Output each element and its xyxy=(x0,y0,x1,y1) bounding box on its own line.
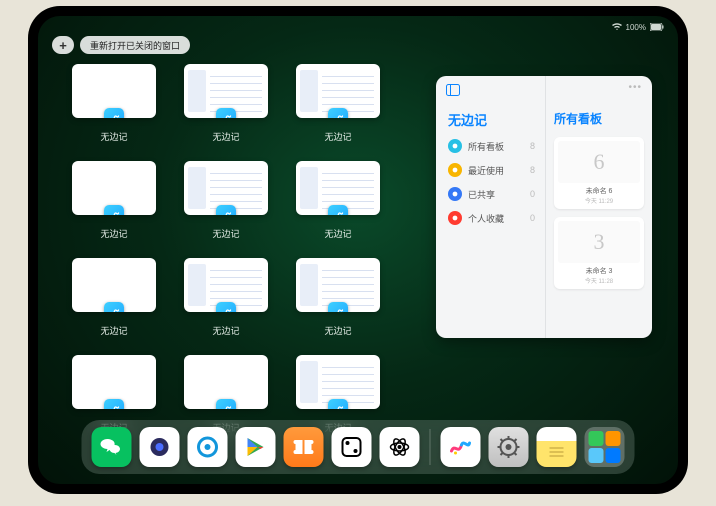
category-count: 8 xyxy=(530,141,535,151)
window-grid: 无边记无边记无边记无边记无边记无边记无边记无边记无边记无边记无边记无边记 xyxy=(72,64,402,434)
window-thumb xyxy=(72,258,156,312)
dock-settings-icon[interactable] xyxy=(489,427,529,467)
dock-dice-icon[interactable] xyxy=(332,427,372,467)
window-label: 无边记 xyxy=(324,324,351,337)
wifi-icon xyxy=(612,23,622,31)
window-label: 无边记 xyxy=(100,227,127,240)
app-window[interactable]: 无边记 xyxy=(296,64,380,143)
window-label: 无边记 xyxy=(324,227,351,240)
app-window[interactable]: 无边记 xyxy=(72,64,156,143)
freeform-app-icon xyxy=(328,108,348,118)
dock-quark-icon[interactable] xyxy=(140,427,180,467)
window-label: 无边记 xyxy=(212,227,239,240)
freeform-app-icon xyxy=(104,302,124,312)
freeform-panel[interactable]: ••• 无边记 所有看板8最近使用8已共享0个人收藏0 所有看板 6未命名 6今… xyxy=(436,76,652,338)
dock-play-icon[interactable] xyxy=(236,427,276,467)
window-label: 无边记 xyxy=(100,130,127,143)
freeform-app-icon xyxy=(104,205,124,215)
board-name: 未命名 3 xyxy=(558,266,640,276)
panel-app-title: 无边记 xyxy=(448,110,535,129)
category-count: 8 xyxy=(530,165,535,175)
category-label: 最近使用 xyxy=(468,164,504,177)
category-count: 0 xyxy=(530,189,535,199)
screen: 100% + 重新打开已关闭的窗口 无边记无边记无边记无边记无边记无边记无边记无… xyxy=(38,16,678,484)
new-window-button[interactable]: + xyxy=(52,36,74,54)
dock-books-icon[interactable] xyxy=(284,427,324,467)
status-right: 100% xyxy=(612,23,664,32)
window-thumb xyxy=(296,161,380,215)
freeform-app-icon xyxy=(216,205,236,215)
panel-section-title: 所有看板 xyxy=(554,110,644,127)
dock-notes-icon[interactable] xyxy=(537,427,577,467)
window-thumb xyxy=(296,64,380,118)
app-window[interactable]: 无边记 xyxy=(72,161,156,240)
board-date: 今天 11:29 xyxy=(558,196,640,205)
freeform-app-icon xyxy=(104,399,124,409)
top-controls: + 重新打开已关闭的窗口 xyxy=(52,36,190,54)
battery-pct: 100% xyxy=(626,23,646,32)
window-thumb xyxy=(72,64,156,118)
app-window[interactable]: 无边记 xyxy=(184,161,268,240)
window-thumb xyxy=(72,161,156,215)
sidebar-toggle-icon[interactable] xyxy=(446,84,460,96)
board-thumb: 3 xyxy=(558,221,640,263)
category-item[interactable]: 个人收藏 0 xyxy=(448,211,535,225)
freeform-app-icon xyxy=(328,302,348,312)
category-item[interactable]: 所有看板 8 xyxy=(448,139,535,153)
freeform-app-icon xyxy=(328,399,348,409)
app-window[interactable]: 无边记 xyxy=(296,258,380,337)
window-label: 无边记 xyxy=(100,324,127,337)
app-window[interactable]: 无边记 xyxy=(296,161,380,240)
dock-separator xyxy=(430,429,431,465)
window-thumb xyxy=(184,355,268,409)
panel-sidebar: 无边记 所有看板 8 最近使用 8 已共享 0 个人收藏 0 xyxy=(436,76,546,338)
category-item[interactable]: 已共享 0 xyxy=(448,187,535,201)
status-bar: 100% xyxy=(38,20,678,34)
board-card[interactable]: 3 未命名 3今天 11:28 xyxy=(554,217,644,289)
ipad-frame: 100% + 重新打开已关闭的窗口 无边记无边记无边记无边记无边记无边记无边记无… xyxy=(28,6,688,494)
window-thumb xyxy=(184,64,268,118)
window-thumb xyxy=(296,355,380,409)
dock-wechat-icon[interactable] xyxy=(92,427,132,467)
category-label: 所有看板 xyxy=(468,140,504,153)
category-icon xyxy=(448,139,462,153)
category-icon xyxy=(448,163,462,177)
more-icon[interactable]: ••• xyxy=(628,82,642,93)
freeform-app-icon xyxy=(216,108,236,118)
window-thumb xyxy=(184,258,268,312)
battery-icon xyxy=(650,23,664,31)
dock-qqbrowser-icon[interactable] xyxy=(188,427,228,467)
window-thumb xyxy=(184,161,268,215)
freeform-app-icon xyxy=(216,399,236,409)
dock-recent-folder[interactable] xyxy=(585,427,625,467)
reopen-closed-window-button[interactable]: 重新打开已关闭的窗口 xyxy=(80,36,190,54)
category-icon xyxy=(448,187,462,201)
dock xyxy=(82,420,635,474)
board-thumb: 6 xyxy=(558,141,640,183)
board-name: 未命名 6 xyxy=(558,186,640,196)
panel-content: 所有看板 6 未命名 6今天 11:29 3 未命名 3今天 11:28 xyxy=(546,76,652,338)
app-window[interactable]: 无边记 xyxy=(184,258,268,337)
dock-atom-icon[interactable] xyxy=(380,427,420,467)
dock-freeform-icon[interactable] xyxy=(441,427,481,467)
category-count: 0 xyxy=(530,213,535,223)
window-label: 无边记 xyxy=(212,324,239,337)
freeform-app-icon xyxy=(104,108,124,118)
app-window[interactable]: 无边记 xyxy=(72,258,156,337)
freeform-app-icon xyxy=(328,205,348,215)
category-icon xyxy=(448,211,462,225)
category-label: 个人收藏 xyxy=(468,212,504,225)
category-item[interactable]: 最近使用 8 xyxy=(448,163,535,177)
category-label: 已共享 xyxy=(468,188,495,201)
window-thumb xyxy=(72,355,156,409)
board-card[interactable]: 6 未命名 6今天 11:29 xyxy=(554,137,644,209)
app-window[interactable]: 无边记 xyxy=(184,64,268,143)
window-thumb xyxy=(296,258,380,312)
board-date: 今天 11:28 xyxy=(558,276,640,285)
window-label: 无边记 xyxy=(324,130,351,143)
freeform-app-icon xyxy=(216,302,236,312)
window-label: 无边记 xyxy=(212,130,239,143)
